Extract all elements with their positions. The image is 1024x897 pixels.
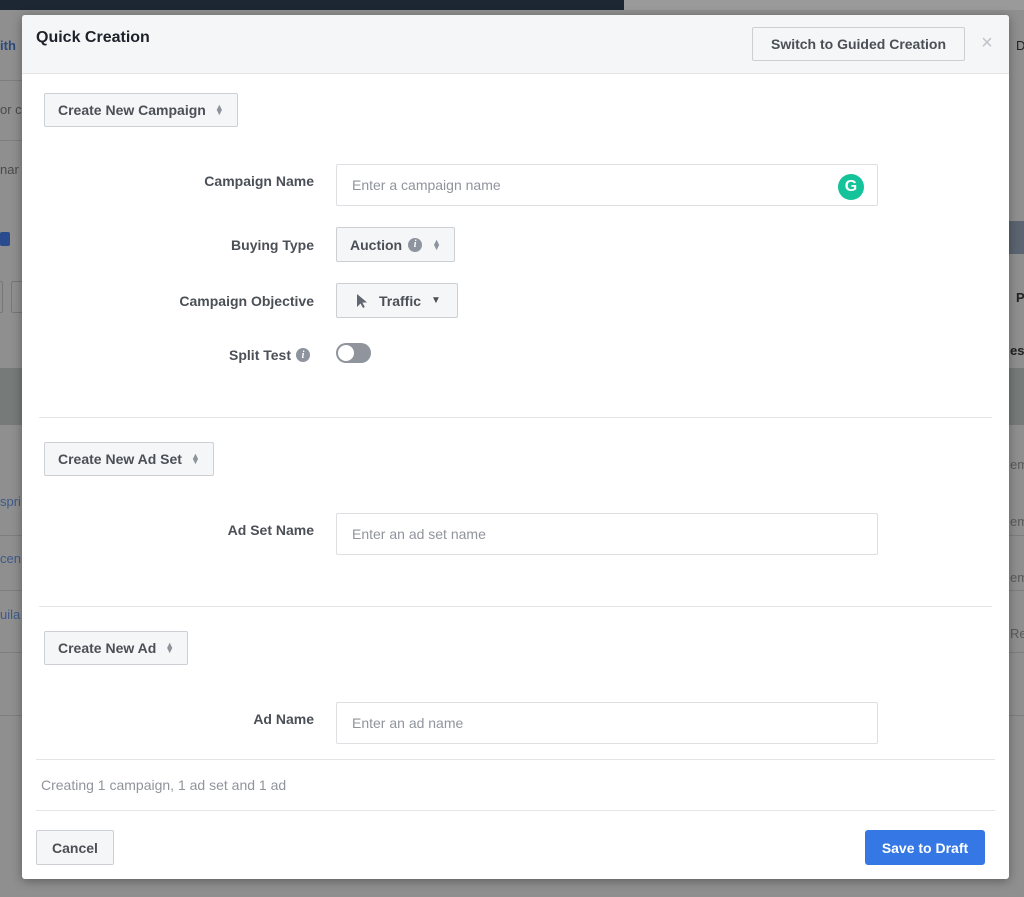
section-divider bbox=[39, 417, 992, 418]
background-text: nar bbox=[0, 162, 19, 177]
close-icon[interactable]: × bbox=[977, 31, 997, 55]
sort-caret-icon: ▲ ▼ bbox=[165, 640, 175, 655]
background-text: or c bbox=[0, 102, 22, 117]
background-text: cen bbox=[0, 551, 21, 566]
background-text: es bbox=[1010, 343, 1024, 358]
switch-to-guided-creation-button[interactable]: Switch to Guided Creation bbox=[752, 27, 965, 61]
info-icon[interactable]: i bbox=[408, 237, 423, 252]
campaign-objective-value: Traffic bbox=[379, 292, 422, 309]
ad-set-name-input[interactable] bbox=[336, 513, 878, 555]
background-text: em bbox=[1010, 570, 1024, 585]
split-test-toggle[interactable] bbox=[336, 343, 371, 363]
dialog-title: Quick Creation bbox=[36, 29, 150, 46]
grammarly-icon[interactable]: G bbox=[838, 174, 864, 200]
background-box bbox=[0, 281, 3, 313]
background-text: D bbox=[1016, 38, 1024, 53]
save-to-draft-button[interactable]: Save to Draft bbox=[865, 830, 985, 865]
buying-type-label: Buying Type bbox=[231, 237, 314, 253]
background-divider bbox=[0, 80, 22, 81]
ad-set-name-label: Ad Set Name bbox=[227, 522, 314, 538]
footer-divider bbox=[36, 759, 995, 760]
footer-divider bbox=[36, 810, 995, 811]
background-band bbox=[1009, 221, 1024, 254]
chevron-down-icon: ▼ bbox=[431, 295, 441, 306]
create-new-campaign-dropdown[interactable]: Create New Campaign ▲ ▼ bbox=[44, 93, 238, 127]
campaign-name-label: Campaign Name bbox=[204, 173, 314, 189]
create-new-ad-set-label: Create New Ad Set bbox=[58, 451, 182, 467]
background-checkbox bbox=[0, 232, 10, 246]
info-icon[interactable]: i bbox=[296, 348, 310, 362]
ad-name-input[interactable] bbox=[336, 702, 878, 744]
create-new-ad-label: Create New Ad bbox=[58, 640, 157, 656]
background-text: spri bbox=[0, 494, 21, 509]
split-test-label-text: Split Test bbox=[229, 347, 291, 363]
background-text: em bbox=[1010, 514, 1024, 529]
campaign-name-input[interactable] bbox=[336, 164, 878, 206]
cancel-button[interactable]: Cancel bbox=[36, 830, 114, 865]
sort-caret-icon: ▲ ▼ bbox=[190, 451, 200, 466]
background-text: em bbox=[1010, 457, 1024, 472]
background-top-bar-right bbox=[624, 0, 1024, 10]
background-text: P bbox=[1016, 290, 1024, 305]
background-text: ith bbox=[0, 38, 16, 53]
buying-type-dropdown[interactable]: Auction i ▲ ▼ bbox=[336, 227, 456, 262]
ad-name-label: Ad Name bbox=[253, 711, 314, 727]
split-test-label: Split Test i bbox=[22, 347, 310, 363]
campaign-objective-dropdown[interactable]: Traffic ▼ bbox=[336, 283, 458, 318]
background-text: uila bbox=[0, 607, 21, 622]
cursor-icon bbox=[357, 293, 367, 308]
toggle-knob bbox=[338, 345, 354, 361]
quick-creation-dialog: Quick Creation Switch to Guided Creation… bbox=[22, 15, 1009, 879]
dialog-header: Quick Creation Switch to Guided Creation… bbox=[22, 15, 1009, 74]
section-divider bbox=[39, 606, 992, 607]
sort-caret-icon: ▲ ▼ bbox=[214, 102, 224, 117]
create-new-campaign-label: Create New Campaign bbox=[58, 102, 206, 118]
create-new-ad-set-dropdown[interactable]: Create New Ad Set ▲ ▼ bbox=[44, 442, 214, 476]
creation-summary: Creating 1 campaign, 1 ad set and 1 ad bbox=[41, 777, 287, 793]
buying-type-value: Auction bbox=[350, 236, 403, 253]
background-divider bbox=[0, 140, 22, 141]
create-new-ad-dropdown[interactable]: Create New Ad ▲ ▼ bbox=[44, 631, 189, 665]
campaign-objective-label: Campaign Objective bbox=[179, 293, 314, 309]
sort-caret-icon: ▲ ▼ bbox=[432, 236, 442, 252]
background-text: Re bbox=[1010, 626, 1024, 641]
